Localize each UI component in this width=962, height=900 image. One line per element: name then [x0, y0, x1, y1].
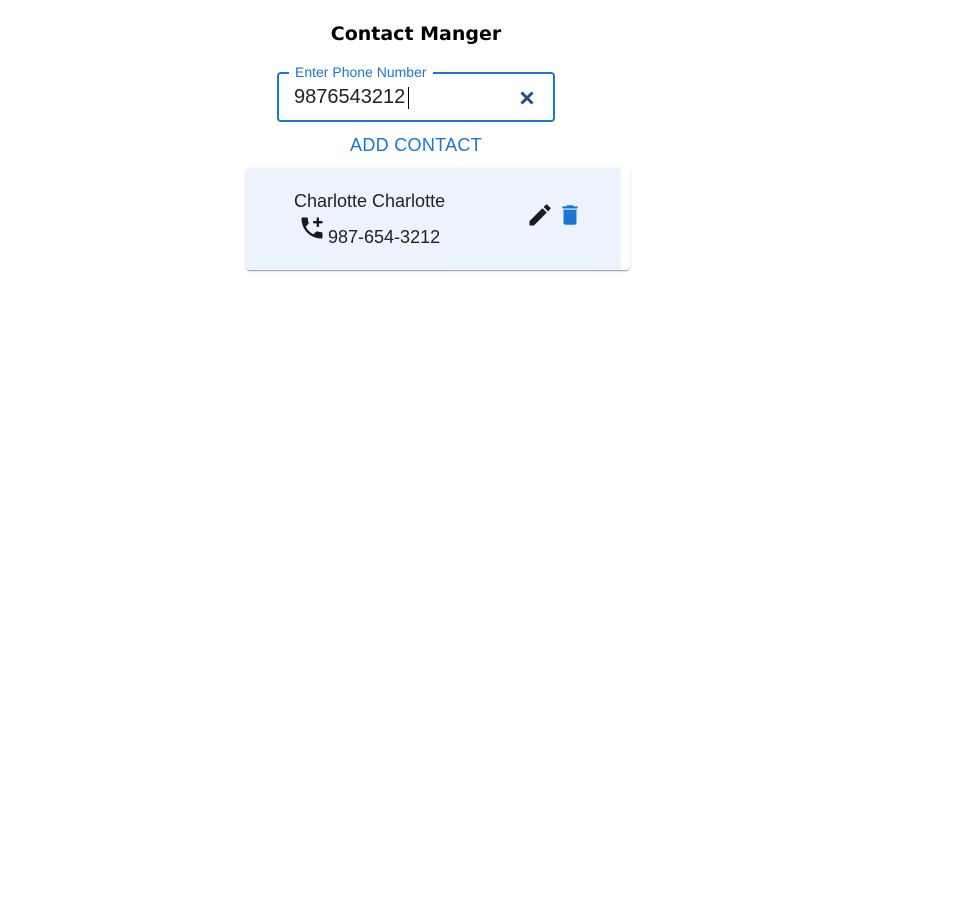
contact-phone: 987-654-3212 — [328, 227, 441, 247]
phone-number-field[interactable]: Enter Phone Number — [277, 63, 555, 122]
contact-manager-app: Contact Manger Enter Phone Number ADD CO… — [0, 0, 962, 900]
contact-list-item: Charlotte Charlotte 987-654-3212 — [246, 168, 621, 270]
contact-name: Charlotte Charlotte — [294, 191, 446, 211]
add-contact-button[interactable]: ADD CONTACT — [336, 131, 496, 159]
add-call-icon — [301, 217, 323, 239]
clear-button[interactable] — [515, 86, 539, 110]
text-cursor — [408, 87, 409, 109]
trash-icon[interactable] — [557, 201, 583, 229]
phone-number-input[interactable] — [294, 84, 504, 110]
pencil-icon[interactable] — [526, 201, 554, 229]
phone-number-label: Enter Phone Number — [289, 63, 433, 81]
contact-card: Charlotte Charlotte 987-654-3212 — [246, 168, 630, 270]
close-icon — [520, 91, 534, 105]
page-title: Contact Manger — [330, 23, 502, 45]
